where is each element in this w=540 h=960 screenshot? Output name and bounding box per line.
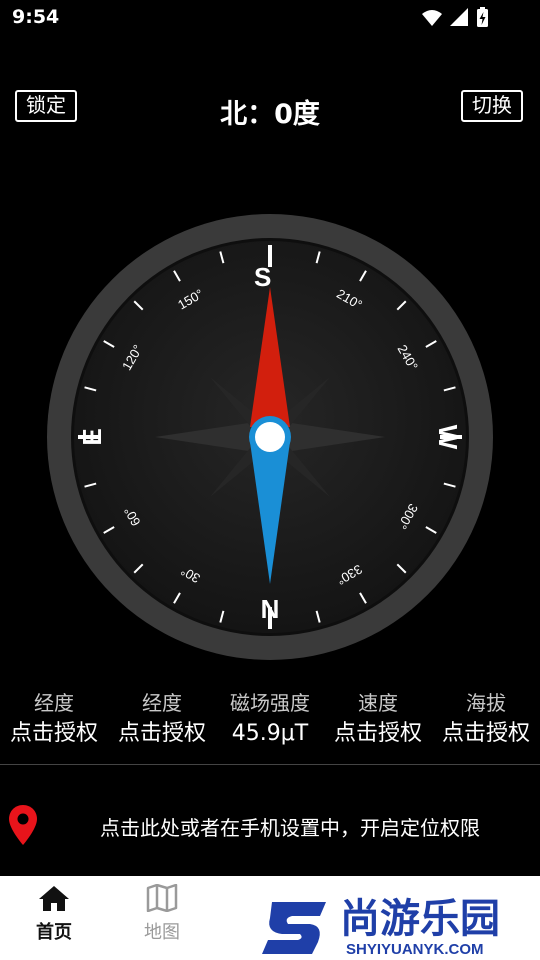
wifi-icon [422,10,442,26]
watermark-brand: 尚游乐园 [340,896,500,942]
switch-button[interactable]: 切换 [461,90,523,122]
info-label: 速度 [358,691,398,715]
tab-label: 首页 [36,922,72,943]
info-label: 海拔 [466,691,506,715]
info-label: 磁场强度 [230,691,310,715]
divider [0,764,540,765]
north-label: N [261,594,280,624]
status-time: 9:54 [12,6,60,28]
status-icons [422,7,488,27]
needle-hub [255,422,285,452]
location-permission-prompt[interactable]: 点击此处或者在手机设置中，开启定位权限 [0,800,540,852]
tab-map[interactable]: 地图 [112,883,212,944]
info-label: 经度 [34,691,74,715]
info-speed[interactable]: 速度 点击授权 [324,688,432,750]
page-title: 北：0度 [220,99,320,130]
info-value[interactable]: 点击授权 [0,718,108,750]
info-longitude[interactable]: 经度 点击授权 [0,688,108,750]
tab-label: 地图 [144,922,180,943]
watermark-url: SHYIYUANYK.COM [346,941,484,958]
info-row: 经度 点击授权 经度 点击授权 磁场强度 45.9μT 速度 点击授权 海拔 点… [0,688,540,754]
info-value: 45.9μT [231,721,309,746]
info-value[interactable]: 点击授权 [324,718,432,750]
signal-icon [450,8,468,26]
west-label: W [433,425,463,450]
info-latitude[interactable]: 经度 点击授权 [108,688,216,750]
south-label: S [254,262,271,292]
tab-home[interactable]: 首页 [4,884,104,944]
info-value[interactable]: 点击授权 [108,718,216,750]
east-label: E [77,428,107,445]
info-altitude[interactable]: 海拔 点击授权 [432,688,540,750]
info-value[interactable]: 点击授权 [432,718,540,750]
info-magnetic-field: 磁场强度 45.9μT [216,688,324,750]
map-icon [146,883,178,913]
compass-dial[interactable]: S N E W 30°60°120°150° 210°240°300°330° [45,212,495,662]
status-bar: 9:54 [0,0,540,36]
info-label: 经度 [142,691,182,715]
location-permission-text[interactable]: 点击此处或者在手机设置中，开启定位权限 [0,812,540,841]
watermark-logo: 尚游乐园 SHYIYUANYK.COM [262,880,540,960]
home-icon [39,886,69,911]
header: 锁定 北：0度 切换 [0,80,540,136]
battery-charging-icon [477,7,488,27]
